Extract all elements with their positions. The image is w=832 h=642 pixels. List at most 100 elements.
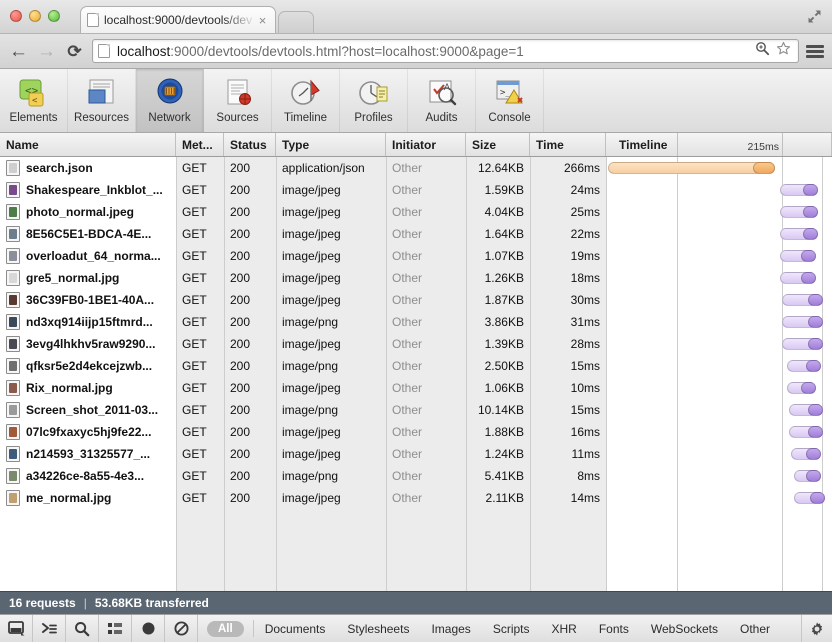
dock-window-icon[interactable] <box>0 615 33 642</box>
cell-timeline <box>606 421 832 443</box>
table-row[interactable]: gre5_normal.jpgGET200image/jpegOther1.26… <box>0 267 832 289</box>
timeline-bar[interactable] <box>780 206 818 218</box>
cell-time: 10ms <box>530 377 606 399</box>
console-drawer-icon[interactable] <box>33 615 66 642</box>
timeline-bar[interactable] <box>780 272 816 284</box>
devtools-tab-elements[interactable]: <> < Elements <box>0 69 68 132</box>
filter-images[interactable]: Images <box>420 615 481 642</box>
new-tab-button[interactable] <box>278 11 314 33</box>
table-row[interactable]: a34226ce-8a55-4e3...GET200image/pngOther… <box>0 465 832 487</box>
cell-size: 12.64KB <box>466 157 530 179</box>
table-row[interactable]: photo_normal.jpegGET200image/jpegOther4.… <box>0 201 832 223</box>
devtools-tab-profiles[interactable]: Profiles <box>340 69 408 132</box>
timeline-bar[interactable] <box>782 316 823 328</box>
timeline-bar[interactable] <box>782 294 823 306</box>
devtools-tab-network[interactable]: Network <box>136 69 204 132</box>
cell-method: GET <box>176 355 224 377</box>
column-header-time[interactable]: Time <box>530 133 606 156</box>
devtools-tab-timeline[interactable]: Timeline <box>272 69 340 132</box>
reload-button[interactable]: ⟳ <box>64 41 85 62</box>
clear-icon[interactable] <box>165 615 198 642</box>
table-row[interactable]: Shakespeare_Inkblot_...GET200image/jpegO… <box>0 179 832 201</box>
table-row[interactable]: 36C39FB0-1BE1-40A...GET200image/jpegOthe… <box>0 289 832 311</box>
filter-stylesheets[interactable]: Stylesheets <box>336 615 420 642</box>
cell-initiator: Other <box>386 377 466 399</box>
cell-name: a34226ce-8a55-4e3... <box>0 465 176 487</box>
timeline-bar[interactable] <box>782 338 823 350</box>
fullscreen-icon[interactable] <box>806 8 823 25</box>
cell-timeline <box>606 377 832 399</box>
file-name: me_normal.jpg <box>26 491 111 505</box>
close-window-button[interactable] <box>10 10 22 22</box>
column-header-type[interactable]: Type <box>276 133 386 156</box>
file-name: overloadut_64_norma... <box>26 249 161 263</box>
cell-timeline <box>606 245 832 267</box>
minimize-window-button[interactable] <box>29 10 41 22</box>
search-icon[interactable] <box>66 615 99 642</box>
timeline-bar[interactable] <box>780 250 816 262</box>
column-header-timeline[interactable]: Timeline 215ms 323ms <box>606 133 832 156</box>
filter-all[interactable]: All <box>198 615 253 642</box>
table-row[interactable]: 07lc9fxaxyc5hj9fe22...GET200image/jpegOt… <box>0 421 832 443</box>
table-row[interactable]: nd3xq914iijp15ftmrd...GET200image/pngOth… <box>0 311 832 333</box>
timeline-bar[interactable] <box>791 448 820 460</box>
filter-fonts[interactable]: Fonts <box>588 615 640 642</box>
timeline-bar[interactable] <box>794 492 826 504</box>
record-icon[interactable] <box>132 615 165 642</box>
table-row[interactable]: search.jsonGET200application/jsonOther12… <box>0 157 832 179</box>
filter-websockets[interactable]: WebSockets <box>640 615 729 642</box>
profiles-icon <box>356 77 392 111</box>
column-header-size[interactable]: Size <box>466 133 530 156</box>
devtools-tab-resources[interactable]: Resources <box>68 69 136 132</box>
filter-documents[interactable]: Documents <box>254 615 337 642</box>
table-row[interactable]: Screen_shot_2011-03...GET200image/pngOth… <box>0 399 832 421</box>
network-table-body[interactable]: search.jsonGET200application/jsonOther12… <box>0 157 832 591</box>
timeline-bar[interactable] <box>780 184 818 196</box>
column-header-initiator[interactable]: Initiator <box>386 133 466 156</box>
table-row[interactable]: Rix_normal.jpgGET200image/jpegOther1.06K… <box>0 377 832 399</box>
timeline-bar[interactable] <box>789 426 823 438</box>
large-rows-icon[interactable] <box>99 615 132 642</box>
cell-initiator: Other <box>386 289 466 311</box>
devtools-tab-audits[interactable]: A Audits <box>408 69 476 132</box>
filter-xhr[interactable]: XHR <box>541 615 588 642</box>
timeline-bar[interactable] <box>608 162 775 174</box>
devtools-tab-console[interactable]: >_ Console <box>476 69 544 132</box>
browser-menu-button[interactable] <box>806 43 824 60</box>
zoom-icon[interactable] <box>755 41 770 61</box>
browser-tab[interactable]: localhost:9000/devtools/dev × <box>80 6 276 33</box>
filter-scripts[interactable]: Scripts <box>482 615 541 642</box>
timeline-bar[interactable] <box>780 228 818 240</box>
gear-icon[interactable] <box>801 615 832 642</box>
table-row[interactable]: n214593_31325577_...GET200image/jpegOthe… <box>0 443 832 465</box>
cell-initiator: Other <box>386 399 466 421</box>
cell-initiator: Other <box>386 179 466 201</box>
timeline-bar-download <box>808 294 823 306</box>
column-header-method[interactable]: Met... <box>176 133 224 156</box>
timeline-bar[interactable] <box>789 404 823 416</box>
timeline-bar-download <box>803 228 818 240</box>
cell-method: GET <box>176 267 224 289</box>
table-row[interactable]: 3evg4lhkhv5raw9290...GET200image/jpegOth… <box>0 333 832 355</box>
table-row[interactable]: me_normal.jpgGET200image/jpegOther2.11KB… <box>0 487 832 509</box>
cell-method: GET <box>176 289 224 311</box>
timeline-bar[interactable] <box>787 382 816 394</box>
devtools-tab-sources[interactable]: Sources <box>204 69 272 132</box>
column-header-name[interactable]: Name <box>0 133 176 156</box>
table-row[interactable]: overloadut_64_norma...GET200image/jpegOt… <box>0 245 832 267</box>
timeline-bar[interactable] <box>794 470 821 482</box>
timeline-bar-download <box>801 382 816 394</box>
table-row[interactable]: qfksr5e2d4ekcejzwb...GET200image/pngOthe… <box>0 355 832 377</box>
back-button[interactable]: ← <box>8 41 29 62</box>
forward-button[interactable]: → <box>36 41 57 62</box>
table-row[interactable]: 8E56C5E1-BDCA-4E...GET200image/jpegOther… <box>0 223 832 245</box>
address-bar[interactable]: localhost:9000/devtools/devtools.html?ho… <box>92 39 799 63</box>
timeline-bar[interactable] <box>787 360 821 372</box>
column-header-status[interactable]: Status <box>224 133 276 156</box>
close-icon[interactable]: × <box>256 13 269 28</box>
timeline-tick-1: 215ms <box>677 133 782 156</box>
timeline-bar-download <box>806 470 821 482</box>
maximize-window-button[interactable] <box>48 10 60 22</box>
filter-other[interactable]: Other <box>729 615 781 642</box>
star-icon[interactable] <box>776 41 791 61</box>
